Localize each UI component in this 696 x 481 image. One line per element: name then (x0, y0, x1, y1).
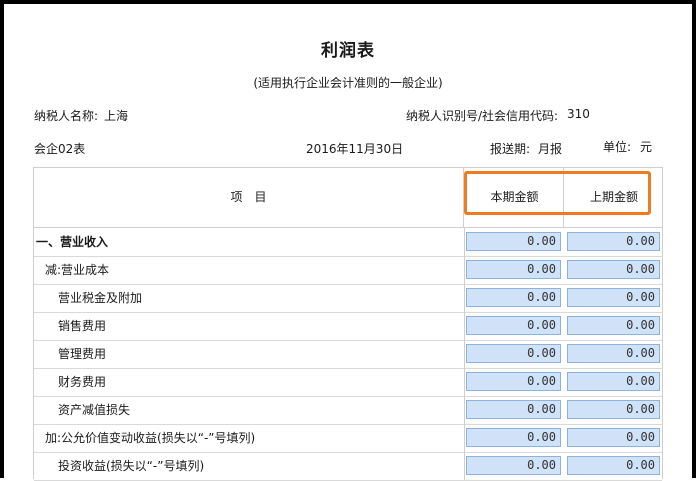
report-date: 2016年11月30日 (306, 142, 404, 156)
row-label: 营业税金及附加 (58, 291, 143, 305)
report-title: 利润表 (321, 41, 375, 61)
current-amount-input[interactable]: 0.00 (466, 288, 561, 307)
row-label: 财务费用 (58, 375, 107, 389)
current-amount-input[interactable]: 0.00 (466, 260, 561, 279)
row-label: 资产减值损失 (58, 403, 131, 417)
row-label: 销售费用 (58, 319, 107, 333)
row-label: 一、营业收入 (36, 235, 109, 249)
table-row: 一、营业收入 0.00 0.00 (34, 228, 662, 257)
current-amount-input[interactable]: 0.00 (466, 344, 561, 363)
unit-label: 单位: (603, 140, 632, 154)
table-row: 销售费用 0.00 0.00 (34, 312, 662, 341)
current-amount-input[interactable]: 0.00 (466, 232, 561, 251)
current-amount-input[interactable]: 0.00 (466, 428, 561, 447)
current-amount-input[interactable]: 0.00 (466, 400, 561, 419)
previous-amount-input[interactable]: 0.00 (567, 344, 660, 363)
previous-amount-input[interactable]: 0.00 (567, 372, 660, 391)
table-row: 资产减值损失 0.00 0.00 (34, 396, 662, 425)
previous-amount-input[interactable]: 0.00 (567, 232, 660, 251)
current-amount-input[interactable]: 0.00 (466, 372, 561, 391)
column-divider (464, 284, 465, 312)
taxpayer-id-value: 310 (567, 107, 590, 121)
period-label: 报送期: (490, 142, 531, 156)
column-divider (464, 312, 465, 340)
period-value: 月报 (538, 142, 563, 156)
amount-columns-highlight (464, 171, 651, 215)
taxpayer-name-label: 纳税人名称: (34, 109, 99, 123)
taxpayer-name-value: 上海 (104, 109, 129, 123)
column-divider (464, 452, 465, 480)
current-amount-input[interactable]: 0.00 (466, 316, 561, 335)
column-divider (464, 368, 465, 396)
previous-amount-input[interactable]: 0.00 (567, 260, 660, 279)
header-item: 项 目 (34, 168, 464, 227)
report-subtitle: (适用执行企业会计准则的一般企业) (253, 76, 443, 90)
row-label: 减:营业成本 (45, 263, 110, 277)
column-divider (464, 424, 465, 452)
window-frame-right (692, 0, 696, 478)
table-row: 投资收益(损失以“-”号填列) 0.00 0.00 (34, 452, 662, 481)
row-label: 管理费用 (58, 347, 107, 361)
previous-amount-input[interactable]: 0.00 (567, 400, 660, 419)
table-row: 管理费用 0.00 0.00 (34, 340, 662, 369)
column-divider (464, 256, 465, 284)
previous-amount-input[interactable]: 0.00 (567, 316, 660, 335)
row-label: 投资收益(损失以“-”号填列) (58, 459, 205, 473)
current-amount-input[interactable]: 0.00 (466, 456, 561, 475)
row-label: 加:公允价值变动收益(损失以“-”号填列) (45, 431, 256, 445)
previous-amount-input[interactable]: 0.00 (567, 428, 660, 447)
table-row: 加:公允价值变动收益(损失以“-”号填列) 0.00 0.00 (34, 424, 662, 453)
window-frame-left (0, 0, 4, 478)
unit-value: 元 (640, 140, 653, 154)
table-row: 营业税金及附加 0.00 0.00 (34, 284, 662, 313)
window-frame-top (0, 0, 696, 4)
taxpayer-id-label: 纳税人识别号/社会信用代码: (406, 109, 559, 123)
previous-amount-input[interactable]: 0.00 (567, 288, 660, 307)
previous-amount-input[interactable]: 0.00 (567, 456, 660, 475)
table-row: 财务费用 0.00 0.00 (34, 368, 662, 397)
table-row: 减:营业成本 0.00 0.00 (34, 256, 662, 285)
column-divider (464, 396, 465, 424)
form-code: 会企02表 (34, 142, 86, 156)
column-divider (464, 228, 465, 256)
column-divider (464, 340, 465, 368)
